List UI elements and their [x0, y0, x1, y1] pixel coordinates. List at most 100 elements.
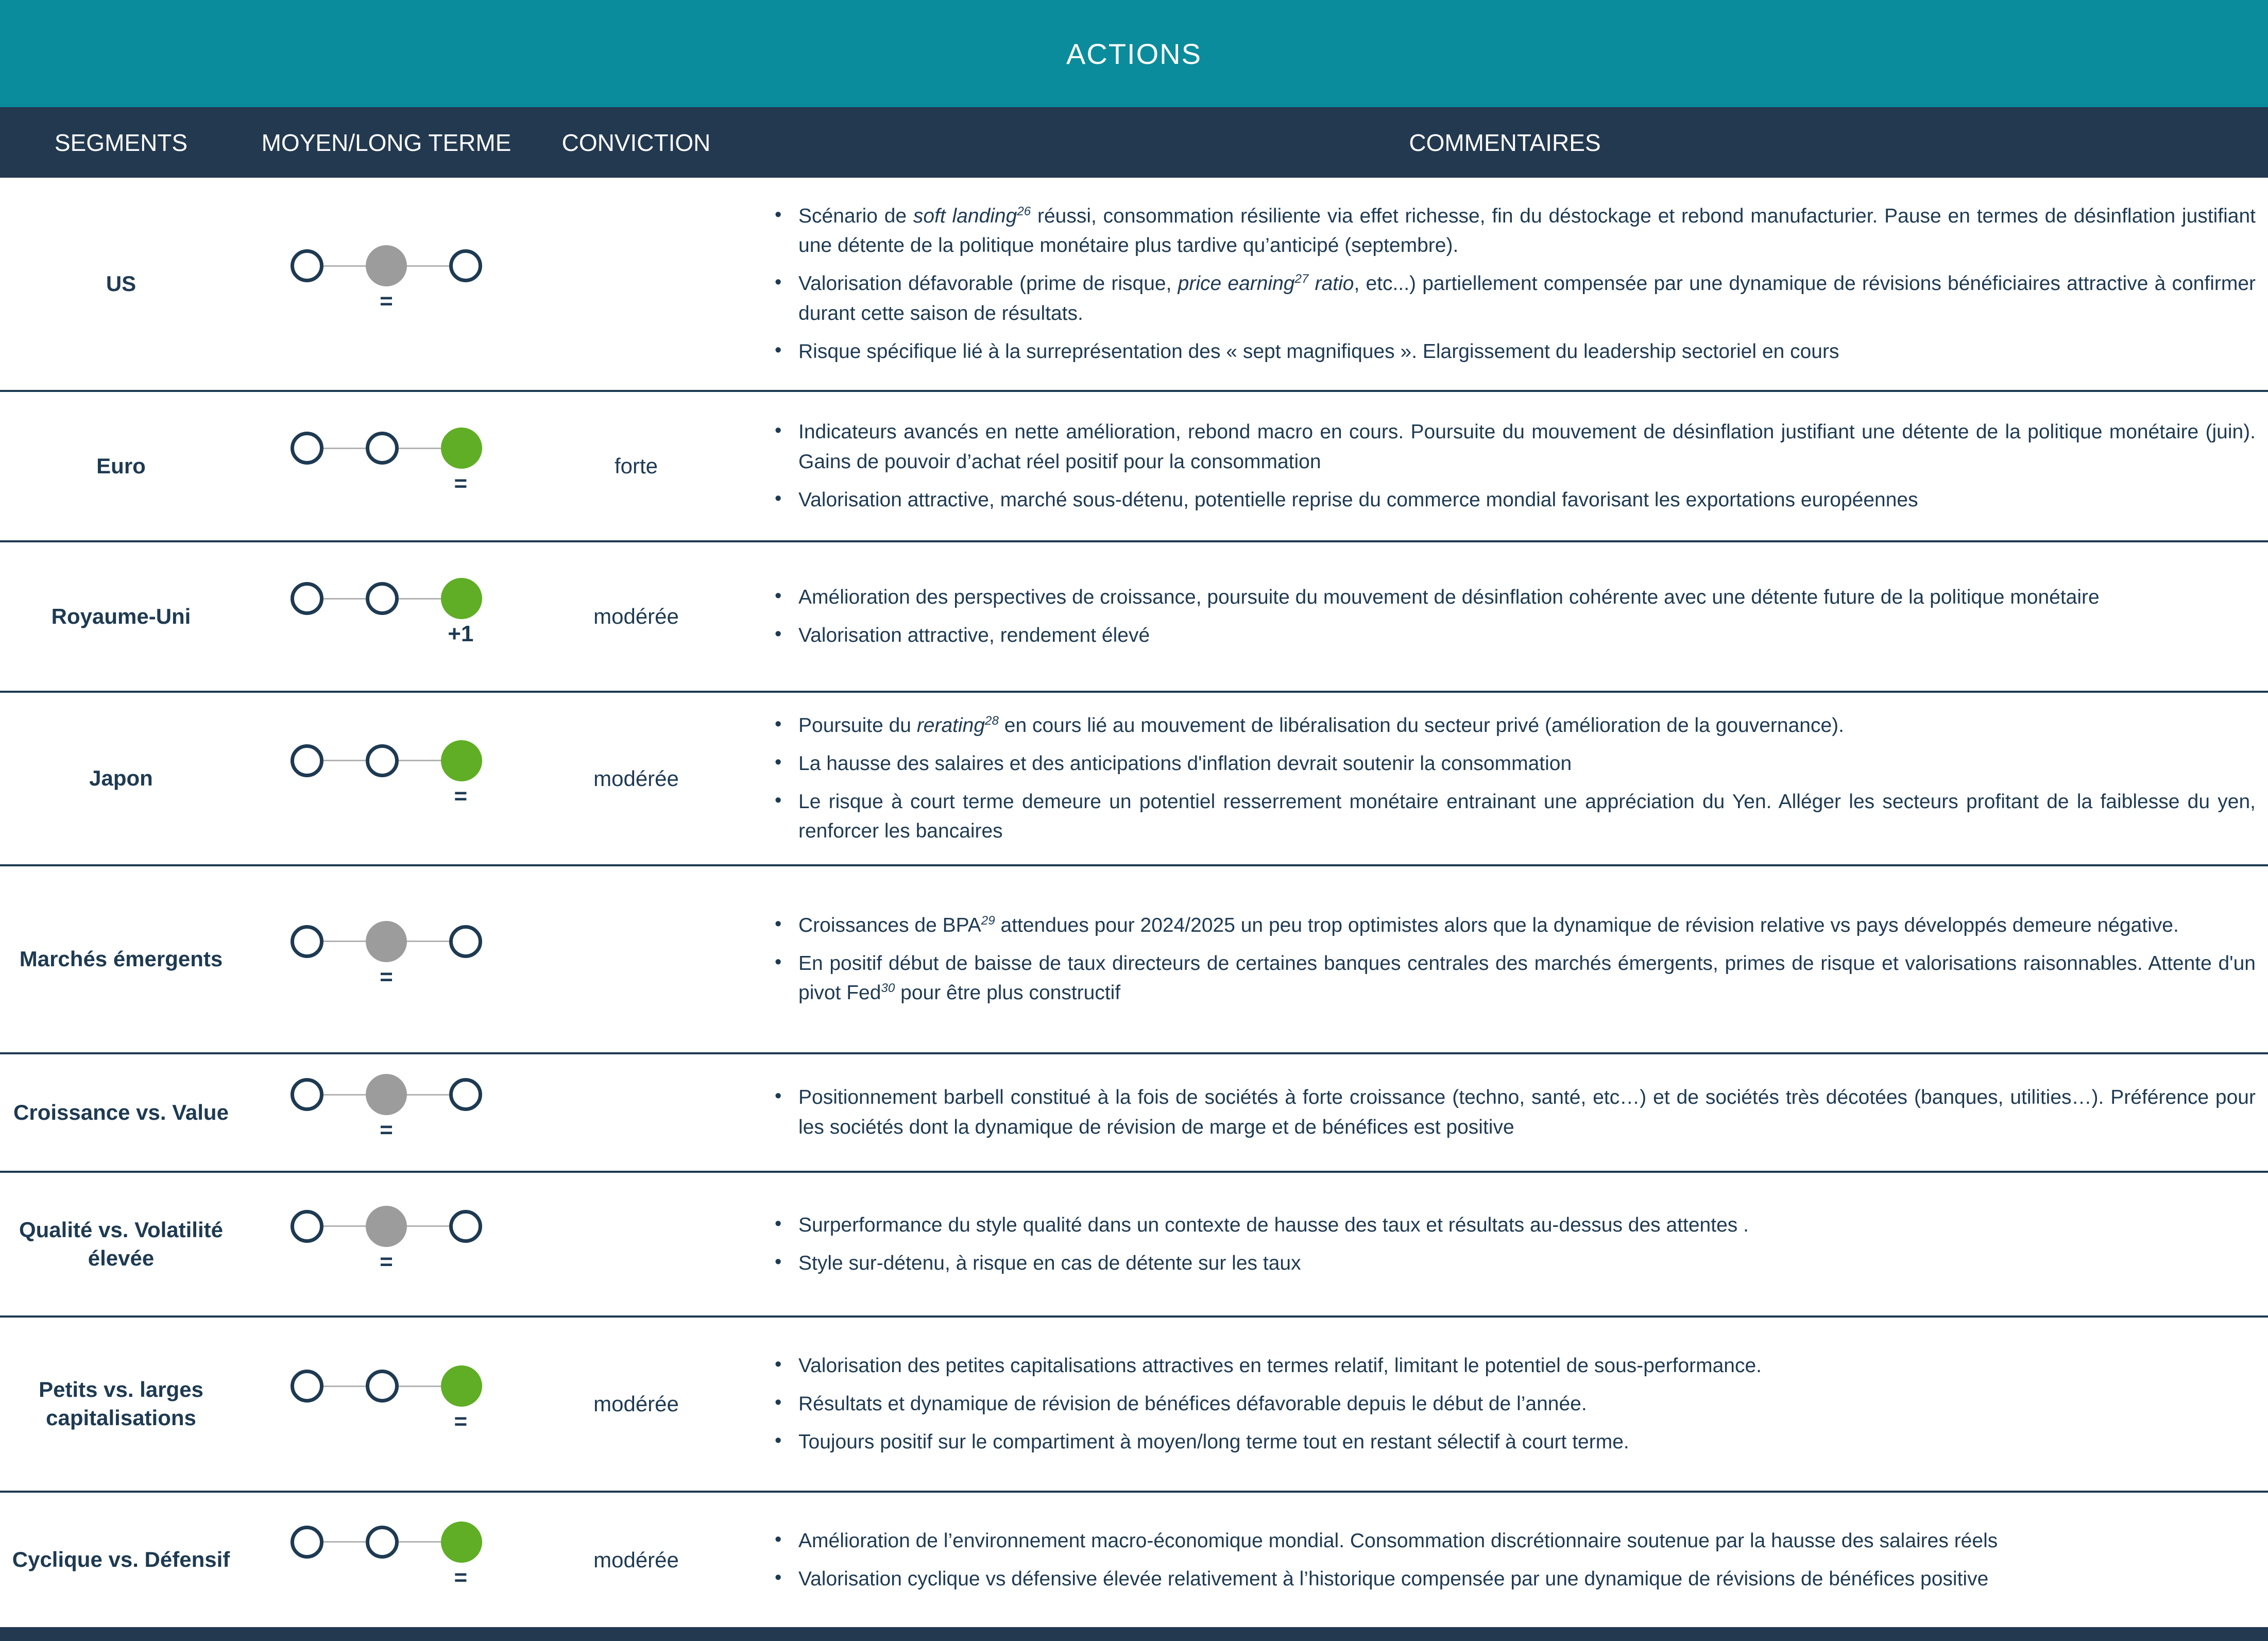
indicator-dot-active — [441, 578, 482, 619]
indicator-sign: = — [454, 1409, 467, 1434]
term-indicator: = — [242, 1074, 531, 1151]
indicator-connector — [323, 941, 366, 942]
segment-label: Japon — [0, 764, 242, 793]
table-row: Petits vs. larges capitalisations=modéré… — [0, 1318, 2268, 1493]
indicator-dot — [449, 925, 482, 958]
indicator-dot — [366, 1526, 399, 1559]
comments-list: Surperformance du style qualité dans un … — [742, 1205, 2268, 1283]
actions-table-page: ACTIONS SEGMENTS MOYEN/LONG TERME CONVIC… — [0, 0, 2268, 1641]
indicator-sign-area: = — [291, 1249, 482, 1283]
comment-item: En positif début de baisse de taux direc… — [765, 949, 2256, 1008]
comments-list: Valorisation des petites capitalisations… — [742, 1346, 2268, 1462]
indicator-sign: +1 — [448, 621, 473, 647]
table-row: Qualité vs. Volatilité élevée = Surperform… — [0, 1173, 2268, 1318]
comments-list: Croissances de BPA29 attendues pour 2024… — [742, 905, 2268, 1013]
indicator-dot — [449, 249, 482, 282]
term-indicator: = — [242, 921, 531, 998]
comment-item: Valorisation défavorable (prime de risqu… — [765, 269, 2256, 328]
indicator-sign-area: +1 — [291, 621, 482, 655]
indicator-connector — [323, 448, 366, 449]
segment-label: Croissance vs. Value — [0, 1099, 242, 1127]
segment-label: Qualité vs. Volatilité élevée — [0, 1216, 242, 1272]
indicator-dot — [291, 1210, 323, 1243]
indicator-connector — [323, 1094, 366, 1096]
term-indicator: = — [242, 1522, 531, 1599]
indicator-dot — [449, 1078, 482, 1111]
comment-item: Style sur-détenu, à risque en cas de dét… — [765, 1249, 2256, 1278]
indicator-sign-area: = — [291, 471, 482, 505]
indicator-sign-area: = — [291, 964, 482, 998]
indicator-dot-active — [441, 1522, 482, 1563]
indicator-connector — [407, 1225, 449, 1227]
indicator-connector — [323, 598, 366, 600]
indicator-sign-area: = — [291, 288, 482, 322]
indicator-connector — [399, 760, 441, 761]
column-header-term: MOYEN/LONG TERME — [242, 129, 531, 157]
indicator-dot — [366, 1370, 399, 1403]
segment-label: US — [0, 270, 242, 298]
indicator-dots — [291, 1522, 482, 1563]
comment-item: Valorisation des petites capitalisations… — [765, 1351, 2256, 1381]
indicator-dots — [291, 921, 482, 962]
conviction-label: modérée — [531, 766, 742, 791]
indicator-dot-active — [366, 245, 407, 286]
indicator-dot — [366, 582, 399, 615]
indicator-connector — [399, 1386, 441, 1387]
indicator-dots — [291, 578, 482, 619]
comment-item: Valorisation attractive, marché sous-dét… — [765, 485, 2256, 515]
column-header-segments: SEGMENTS — [0, 129, 242, 157]
indicator-dot-active — [366, 1206, 407, 1247]
comment-item: Valorisation attractive, rendement élevé — [765, 621, 2256, 651]
comment-item: Toujours positif sur le compartiment à m… — [765, 1427, 2256, 1457]
comments-list: Indicateurs avancés en nette amélioratio… — [742, 412, 2268, 520]
indicator-sign-area: = — [291, 1117, 482, 1151]
table-row: Marchés émergents=Croissances de BPA29 a… — [0, 866, 2268, 1054]
indicator-connector — [323, 1541, 366, 1543]
indicator-dot — [291, 1526, 323, 1559]
term-indicator: = — [242, 740, 531, 817]
table-row: Japon = modérée Poursuite du rerating28 en … — [0, 693, 2268, 866]
comment-item: Risque spécifique lié à la surreprésenta… — [765, 337, 2256, 367]
comments-list: Scénario de soft landing26 réussi, conso… — [742, 196, 2268, 372]
indicator-sign: = — [454, 783, 467, 809]
comments-list: Poursuite du rerating28 en cours lié au … — [742, 706, 2268, 851]
comment-item: Le risque à court terme demeure un poten… — [765, 787, 2256, 846]
column-header-comments: COMMENTAIRES — [742, 129, 2268, 157]
table-row: Croissance vs. Value = Positionnement barb… — [0, 1054, 2268, 1173]
table-row: Royaume-Uni+1modéréeAmélioration des per… — [0, 542, 2268, 693]
table-row: Cyclique vs. Défensif=modéréeAmélioratio… — [0, 1493, 2268, 1627]
indicator-dot-active — [366, 1074, 407, 1115]
indicator-dot-active — [441, 428, 482, 469]
term-indicator: = — [242, 1365, 531, 1443]
bottom-divider-bar — [0, 1627, 2268, 1641]
comment-item: Valorisation cyclique vs défensive élevé… — [765, 1564, 2256, 1594]
indicator-sign-area: = — [291, 1565, 482, 1599]
indicator-dot — [291, 925, 323, 958]
indicator-sign: = — [380, 1249, 393, 1275]
indicator-dot — [366, 432, 399, 465]
indicator-sign: = — [454, 471, 467, 497]
indicator-dots — [291, 740, 482, 781]
comment-item: Scénario de soft landing26 réussi, conso… — [765, 201, 2256, 261]
indicator-connector — [399, 1541, 441, 1543]
comment-item: Indicateurs avancés en nette amélioratio… — [765, 417, 2256, 476]
indicator-sign: = — [454, 1565, 467, 1591]
indicator-dot — [291, 744, 323, 777]
comment-item: Positionnement barbell constitué à la fo… — [765, 1083, 2256, 1142]
comment-item: Poursuite du rerating28 en cours lié au … — [765, 711, 2256, 741]
conviction-label: modérée — [531, 1392, 742, 1416]
indicator-connector — [323, 265, 366, 267]
comment-item: Amélioration des perspectives de croissa… — [765, 583, 2256, 612]
indicator-connector — [407, 941, 449, 942]
indicator-dot — [291, 432, 323, 465]
indicator-dots — [291, 1074, 482, 1115]
indicator-dot — [291, 249, 323, 282]
conviction-label: forte — [531, 454, 742, 478]
term-indicator: = — [242, 428, 531, 505]
indicator-sign: = — [380, 964, 393, 990]
indicator-dots — [291, 1365, 482, 1407]
comment-item: La hausse des salaires et des anticipati… — [765, 749, 2256, 779]
column-header-conviction: CONVICTION — [531, 129, 742, 157]
indicator-connector — [323, 1386, 366, 1387]
segment-label: Cyclique vs. Défensif — [0, 1546, 242, 1574]
